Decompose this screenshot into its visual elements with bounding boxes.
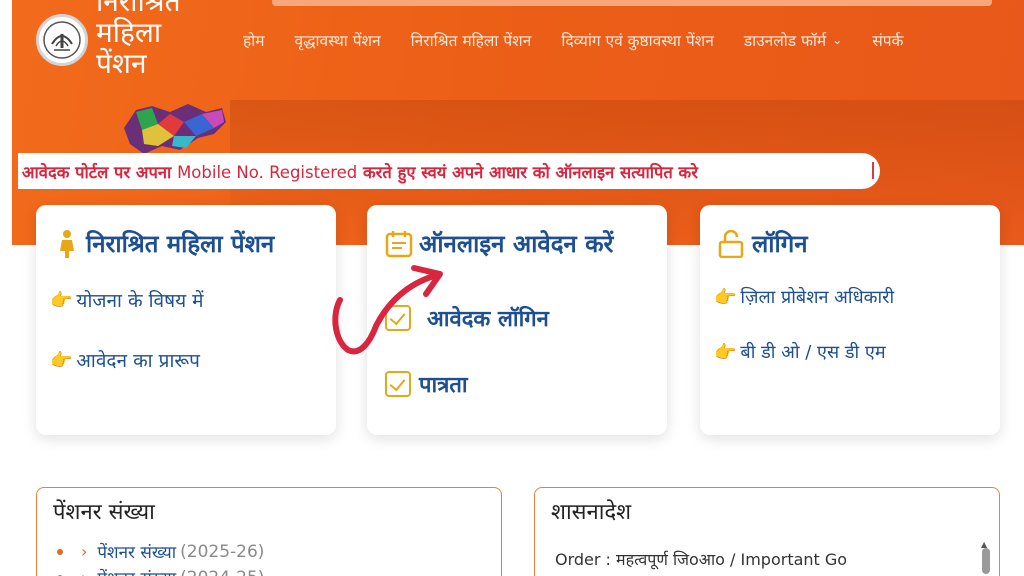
card-title: लॉगिन xyxy=(752,230,808,258)
nav-item-widow-pension[interactable]: निराश्रित महिला पेंशन xyxy=(411,29,532,51)
link-scheme-about[interactable]: 👉 योजना के विषय में xyxy=(50,287,204,313)
pensioner-count-panel: पेंशनर संख्या › पेंशनर संख्या (2025-26) … xyxy=(36,487,502,576)
pointing-hand-icon: 👉 xyxy=(50,289,73,311)
pointing-hand-icon: 👉 xyxy=(714,286,737,308)
bullet-icon xyxy=(57,548,63,555)
link-label: योजना के विषय में xyxy=(76,290,204,312)
link-label: पात्रता xyxy=(419,373,468,398)
card-title: ऑनलाइन आवेदन करें xyxy=(419,230,614,258)
link-label: आवेदन का प्रारूप xyxy=(76,350,200,372)
pointing-hand-icon: 👉 xyxy=(50,349,73,371)
site-title-line: निराश्रित xyxy=(96,0,181,18)
order-prefix: Order : xyxy=(555,550,617,569)
panel-title: पेंशनर संख्या xyxy=(53,500,155,525)
pensioner-count-link[interactable]: › पेंशनर संख्या (2025-26) xyxy=(57,540,264,563)
pointing-hand-icon: 👉 xyxy=(714,341,737,363)
nav-item-label: वृद्धावस्था पेंशन xyxy=(294,32,381,50)
card-header: निराश्रित महिला पेंशन xyxy=(58,227,274,260)
top-bar-strip xyxy=(272,0,992,6)
state-emblem-logo[interactable] xyxy=(36,14,88,66)
link-application-format[interactable]: 👉 आवेदन का प्रारूप xyxy=(50,347,200,373)
link-bdo-sdm[interactable]: 👉 बी डी ओ / एस डी एम xyxy=(714,340,886,364)
announcement-ticker[interactable]: राने आवेदक पोर्टल पर अपना Mobile No. Reg… xyxy=(18,153,880,189)
lock-open-icon xyxy=(718,229,744,258)
nav-item-label: होम xyxy=(243,32,265,50)
link-label: पेंशनर संख्या xyxy=(97,566,176,576)
nav-item-contact[interactable]: संपर्क xyxy=(872,29,903,51)
nav-item-old-age-pension[interactable]: वृद्धावस्था पेंशन xyxy=(295,29,381,51)
chevron-right-icon: › xyxy=(81,568,87,576)
order-title-english: / Important Go xyxy=(724,550,848,569)
link-label: पेंशनर संख्या xyxy=(97,543,177,563)
link-label: ज़िला प्रोबेशन अधिकारी xyxy=(740,287,895,308)
link-district-probation-officer[interactable]: 👉 ज़िला प्रोबेशन अधिकारी xyxy=(714,285,894,309)
nav-item-label: दिव्यांग एवं कुष्ठावस्था पेंशन xyxy=(561,32,714,50)
order-link[interactable]: Order : महत्वपूर्ण जिoआo / Important Go xyxy=(555,548,847,570)
ticker-part: करते हुए स्वयं अपने आधार को ऑनलाइन सत्या… xyxy=(357,163,698,182)
order-title-hindi: महत्वपूर्ण जिoआo xyxy=(616,550,725,569)
site-title[interactable]: निराश्रित महिला पेंशन xyxy=(96,0,216,79)
year-label: (2025-26) xyxy=(180,541,265,562)
nav-item-label: संपर्क xyxy=(872,32,904,50)
ticker-tail: | xyxy=(870,160,877,179)
ticker-part: राने आवेदक पोर्टल पर अपना xyxy=(18,163,172,182)
nav-item-label: निराश्रित महिला पेंशन xyxy=(410,32,532,50)
woman-icon xyxy=(60,229,74,258)
panel-scrollbar[interactable] xyxy=(982,548,990,574)
card-header[interactable]: ऑनलाइन आवेदन करें xyxy=(385,227,613,260)
checkbox-icon xyxy=(385,371,411,397)
page-edge xyxy=(0,0,12,245)
emblem-icon xyxy=(43,21,81,59)
calendar-icon xyxy=(385,230,413,257)
state-map-graphic xyxy=(124,104,226,154)
site-title-line: पेंशन xyxy=(96,47,147,80)
chevron-down-icon: ⌄ xyxy=(832,33,843,47)
ticker-text: राने आवेदक पोर्टल पर अपना Mobile No. Reg… xyxy=(18,160,698,183)
year-label: (2024-25) xyxy=(180,568,264,576)
card-header[interactable]: लॉगिन xyxy=(718,227,808,260)
nav-item-download-form[interactable]: डाउनलोड फॉर्म ⌄ xyxy=(744,29,842,51)
ticker-part-english: Mobile No. Registered xyxy=(177,163,358,182)
panel-title: शासनादेश xyxy=(551,500,632,525)
site-title-line: महिला xyxy=(96,16,162,49)
red-arrow-annotation xyxy=(332,265,443,355)
link-eligibility[interactable]: पात्रता xyxy=(385,369,468,399)
nav-item-disability-pension[interactable]: दिव्यांग एवं कुष्ठावस्था पेंशन xyxy=(561,29,714,51)
main-navigation: होम वृद्धावस्था पेंशन निराश्रित महिला पे… xyxy=(243,28,933,52)
scheme-info-card: निराश्रित महिला पेंशन 👉 योजना के विषय मे… xyxy=(36,205,336,435)
nav-item-label: डाउनलोड फॉर्म xyxy=(743,32,827,50)
nav-item-home[interactable]: होम xyxy=(243,29,265,51)
card-title: निराश्रित महिला पेंशन xyxy=(86,230,275,258)
link-label: बी डी ओ / एस डी एम xyxy=(740,342,886,363)
chevron-right-icon: › xyxy=(81,542,88,561)
login-card: लॉगिन 👉 ज़िला प्रोबेशन अधिकारी 👉 बी डी ओ… xyxy=(700,205,1000,435)
government-orders-panel: शासनादेश Order : महत्वपूर्ण जिoआo / Impo… xyxy=(534,487,1000,576)
pensioner-count-link[interactable]: › पेंशनर संख्या (2024-25) xyxy=(57,566,264,576)
